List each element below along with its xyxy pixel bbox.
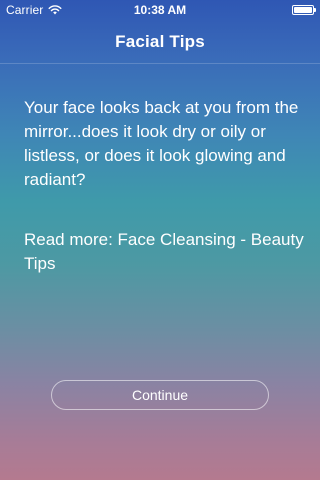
navigation-bar: Facial Tips <box>0 20 320 64</box>
status-time: 10:38 AM <box>133 3 187 17</box>
read-more-text: Read more: Face Cleansing - Beauty Tips <box>24 230 304 273</box>
tip-intro-text: Your face looks back at you from the mir… <box>24 98 299 189</box>
continue-button[interactable]: Continue <box>51 380 269 410</box>
battery-icon <box>292 5 316 15</box>
page-title: Facial Tips <box>115 32 205 51</box>
status-bar: Carrier 10:38 AM <box>0 0 320 20</box>
